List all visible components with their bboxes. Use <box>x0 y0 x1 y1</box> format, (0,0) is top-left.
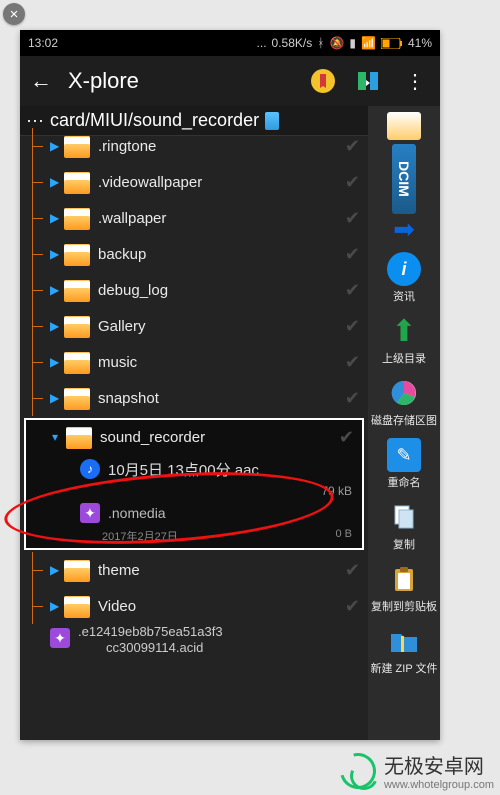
overflow-menu-button[interactable]: ⋮ <box>400 66 430 96</box>
folder-row-ringtone[interactable]: ▶ .ringtone✔ <box>20 128 368 164</box>
audio-icon: ♪ <box>80 459 100 479</box>
folder-row-backup[interactable]: ▶ backup✔ <box>20 236 368 272</box>
folder-row-snapshot[interactable]: ▶ snapshot✔ <box>20 380 368 416</box>
clipboard-icon <box>387 562 421 596</box>
battery-icon <box>381 38 403 49</box>
signal-icon: ▮ <box>349 36 356 50</box>
folder-row-video[interactable]: ▶ Video✔ <box>20 588 368 624</box>
bluetooth-icon: ᚼ <box>317 36 324 50</box>
check-icon[interactable]: ✔ <box>345 280 368 301</box>
folder-icon <box>64 352 90 372</box>
check-icon[interactable]: ✔ <box>345 316 368 337</box>
folder-icon <box>64 560 90 580</box>
status-net-speed: 0.58K/s <box>272 36 313 50</box>
check-icon[interactable]: ✔ <box>345 244 368 265</box>
status-dots: ... <box>257 36 267 50</box>
folder-icon <box>64 136 90 156</box>
check-icon[interactable]: ✔ <box>345 352 368 373</box>
check-icon[interactable]: ✔ <box>345 172 368 193</box>
zip-folder-icon <box>387 624 421 658</box>
file-size: 79 kB <box>26 484 362 498</box>
status-time: 13:02 <box>28 36 58 50</box>
right-rail: DCIM ➡ i 资讯 ⬆ 上级目录 磁盘存储区图 <box>368 106 440 740</box>
arrow-right-icon: ➡ <box>393 214 415 245</box>
check-icon[interactable]: ✔ <box>345 136 368 157</box>
phone-frame: 13:02 ... 0.58K/s ᚼ 🔕 ▮ 📶 41% ← X-plore <box>20 30 440 740</box>
rail-up-dir[interactable]: ⬆ 上级目录 <box>368 311 440 369</box>
status-right: ... 0.58K/s ᚼ 🔕 ▮ 📶 41% <box>257 36 432 50</box>
watermark-title: 无极安卓网 <box>384 756 484 778</box>
folder-row-theme[interactable]: ▶ theme✔ <box>20 552 368 588</box>
folder-icon <box>64 244 90 264</box>
folder-icon <box>64 388 90 408</box>
file-pane: ··· card/MIUI/sound_recorder ▶ .ringtone… <box>20 106 368 740</box>
app-header: ← X-plore ⋮ <box>20 56 440 106</box>
file-list: ▶ .ringtone✔ ▶ .videowallpaper✔ ▶ .wallp… <box>20 136 368 656</box>
file-row-audio[interactable]: ♪ 10月5日 13点00分.aac <box>26 454 362 484</box>
arrow-up-icon: ⬆ <box>387 314 421 348</box>
folder-icon <box>64 208 90 228</box>
check-icon[interactable]: ✔ <box>345 596 368 617</box>
close-overlay-button[interactable]: × <box>3 3 25 25</box>
rail-tab-dcim[interactable]: DCIM ➡ <box>368 112 440 245</box>
back-button[interactable]: ← <box>30 68 52 94</box>
folder-row-debug-log[interactable]: ▶ debug_log✔ <box>20 272 368 308</box>
folder-icon <box>64 172 90 192</box>
folder-row-sound-recorder-selected[interactable]: ▾ sound_recorder✔ ♪ 10月5日 13点00分.aac 79 … <box>24 418 364 550</box>
rail-new-zip[interactable]: 新建 ZIP 文件 <box>368 621 440 679</box>
rail-info[interactable]: i 资讯 <box>368 249 440 307</box>
sdcard-icon <box>265 112 279 130</box>
info-icon: i <box>387 252 421 286</box>
check-icon[interactable]: ✔ <box>345 388 368 409</box>
check-icon[interactable]: ✔ <box>345 560 368 581</box>
pie-chart-icon <box>387 376 421 410</box>
rail-disk-map[interactable]: 磁盘存储区图 <box>368 373 440 431</box>
folder-icon <box>64 596 90 616</box>
pencil-icon: ✎ <box>387 438 421 472</box>
status-bar: 13:02 ... 0.58K/s ᚼ 🔕 ▮ 📶 41% <box>20 30 440 56</box>
folder-row-videowallpaper[interactable]: ▶ .videowallpaper✔ <box>20 164 368 200</box>
file-row-nomedia[interactable]: ✦ .nomedia <box>26 498 362 528</box>
file-row-acid[interactable]: ✦ .e12419eb8b75ea51a3f3 cc30099114.acid <box>20 624 368 656</box>
check-icon[interactable]: ✔ <box>339 427 362 448</box>
puzzle-icon: ✦ <box>80 503 100 523</box>
rail-copy[interactable]: 复制 <box>368 497 440 555</box>
wifi-icon: 📶 <box>361 36 376 50</box>
file-meta-nomedia: 2017年2月27日 0 B <box>26 528 362 548</box>
folder-icon <box>64 280 90 300</box>
bookmark-button[interactable] <box>308 66 338 96</box>
rail-rename[interactable]: ✎ 重命名 <box>368 435 440 493</box>
folder-icon <box>66 427 92 447</box>
rail-copy-clipboard[interactable]: 复制到剪贴板 <box>368 559 440 617</box>
folder-row-wallpaper[interactable]: ▶ .wallpaper✔ <box>20 200 368 236</box>
folder-row-gallery[interactable]: ▶ Gallery✔ <box>20 308 368 344</box>
app-title: X-plore <box>68 68 292 94</box>
folder-row-music[interactable]: ▶ music✔ <box>20 344 368 380</box>
check-icon[interactable]: ✔ <box>345 208 368 229</box>
folder-icon <box>64 316 90 336</box>
watermark: 无极安卓网 www.whotelgroup.com <box>340 750 494 791</box>
pane-swap-button[interactable] <box>354 66 384 96</box>
status-battery: 41% <box>408 36 432 50</box>
puzzle-icon: ✦ <box>50 628 70 648</box>
mute-icon: 🔕 <box>329 36 344 50</box>
watermark-sub: www.whotelgroup.com <box>384 779 494 791</box>
copy-icon <box>387 500 421 534</box>
